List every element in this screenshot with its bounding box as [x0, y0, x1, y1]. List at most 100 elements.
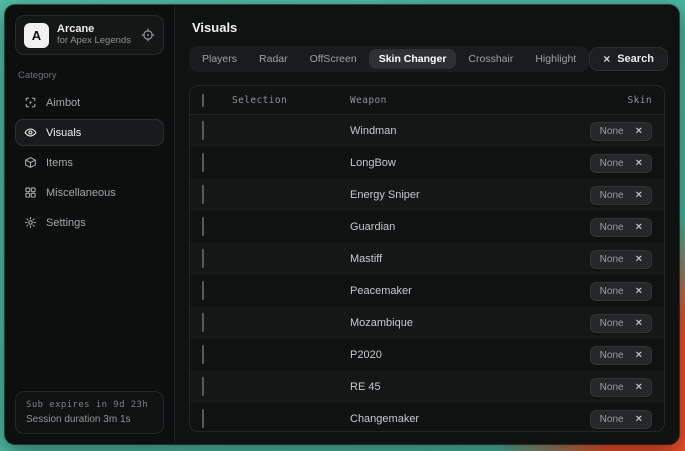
app-logo: A: [24, 23, 49, 48]
table-row: RE 45 None ×: [190, 371, 664, 403]
column-header-selection: Selection: [232, 95, 350, 106]
desktop-background: A Arcane for Apex Legends Category Aimbo…: [0, 0, 685, 451]
row-checkbox[interactable]: [202, 313, 204, 332]
tab-players[interactable]: Players: [192, 49, 247, 69]
skin-select-badge[interactable]: None ×: [590, 250, 652, 269]
sub-expires-text: Sub expires in 9d 23h: [26, 400, 153, 410]
clear-skin-icon[interactable]: ×: [636, 414, 642, 425]
tab-crosshair[interactable]: Crosshair: [458, 49, 523, 69]
weapon-name: RE 45: [350, 381, 534, 393]
skin-select-badge[interactable]: None ×: [590, 218, 652, 237]
clear-skin-icon[interactable]: ×: [636, 350, 642, 361]
skin-select-badge[interactable]: None ×: [590, 378, 652, 397]
table-row: LongBow None ×: [190, 147, 664, 179]
weapon-name: Peacemaker: [350, 285, 534, 297]
skin-select-badge[interactable]: None ×: [590, 154, 652, 173]
row-checkbox[interactable]: [202, 377, 204, 396]
column-header-skin: Skin: [534, 95, 652, 106]
app-header-card: A Arcane for Apex Legends: [15, 15, 164, 55]
skin-value: None: [600, 318, 624, 329]
skin-value: None: [600, 126, 624, 137]
weapon-name: Changemaker: [350, 413, 534, 425]
skin-select-badge[interactable]: None ×: [590, 282, 652, 301]
search-button-label: Search: [617, 53, 654, 65]
session-duration-text: Session duration 3m 1s: [26, 414, 153, 425]
clear-skin-icon[interactable]: ×: [636, 158, 642, 169]
table-row: Windman None ×: [190, 115, 664, 147]
table-row: Mozambique None ×: [190, 307, 664, 339]
weapon-name: Windman: [350, 125, 534, 137]
row-checkbox[interactable]: [202, 185, 204, 204]
skin-changer-table: Selection Weapon Skin Windman None × Lon…: [189, 85, 665, 432]
table-row: Guardian None ×: [190, 211, 664, 243]
skin-value: None: [600, 190, 624, 201]
clear-skin-icon[interactable]: ×: [636, 254, 642, 265]
clear-skin-icon[interactable]: ×: [636, 382, 642, 393]
sidebar-item-settings[interactable]: Settings: [15, 209, 164, 236]
skin-value: None: [600, 286, 624, 297]
table-row: P2020 None ×: [190, 339, 664, 371]
clear-skin-icon[interactable]: ×: [636, 318, 642, 329]
tab-skin-changer[interactable]: Skin Changer: [369, 49, 457, 69]
table-row: Peacemaker None ×: [190, 275, 664, 307]
table-header-row: Selection Weapon Skin: [190, 86, 664, 115]
weapon-name: Mastiff: [350, 253, 534, 265]
tab-radar[interactable]: Radar: [249, 49, 298, 69]
weapon-name: Guardian: [350, 221, 534, 233]
sidebar-item-visuals[interactable]: Visuals: [15, 119, 164, 146]
tab-highlight[interactable]: Highlight: [525, 49, 586, 69]
page-title: Visuals: [192, 20, 665, 35]
row-checkbox[interactable]: [202, 249, 204, 268]
app-window: A Arcane for Apex Legends Category Aimbo…: [5, 5, 679, 444]
tab-offscreen[interactable]: OffScreen: [300, 49, 367, 69]
row-checkbox[interactable]: [202, 409, 204, 428]
weapon-name: Energy Sniper: [350, 189, 534, 201]
box-icon: [24, 156, 37, 169]
row-checkbox[interactable]: [202, 281, 204, 300]
search-button[interactable]: × Search: [589, 47, 668, 71]
main-panel: Visuals Players Radar OffScreen Skin Cha…: [175, 5, 679, 444]
skin-select-badge[interactable]: None ×: [590, 410, 652, 429]
table-row: Energy Sniper None ×: [190, 179, 664, 211]
app-subtitle: for Apex Legends: [57, 36, 133, 47]
skin-value: None: [600, 254, 624, 265]
row-checkbox[interactable]: [202, 121, 204, 140]
sidebar-nav: Aimbot Visuals Items Miscellaneous Setti…: [15, 89, 164, 236]
column-header-weapon: Weapon: [350, 95, 534, 106]
app-name: Arcane: [57, 23, 133, 36]
skin-select-badge[interactable]: None ×: [590, 122, 652, 141]
close-x-icon: ×: [603, 53, 610, 65]
table-body: Windman None × LongBow None × Energy Sni…: [190, 115, 664, 432]
toolbar: Players Radar OffScreen Skin Changer Cro…: [189, 46, 665, 72]
clear-skin-icon[interactable]: ×: [636, 222, 642, 233]
skin-value: None: [600, 222, 624, 233]
category-label: Category: [18, 70, 161, 81]
aimbot-focus-icon: [24, 96, 37, 109]
crosshair-target-icon[interactable]: [141, 28, 155, 42]
skin-select-badge[interactable]: None ×: [590, 186, 652, 205]
skin-select-badge[interactable]: None ×: [590, 314, 652, 333]
subscription-info-box: Sub expires in 9d 23h Session duration 3…: [15, 391, 164, 434]
skin-value: None: [600, 414, 624, 425]
skin-select-badge[interactable]: None ×: [590, 346, 652, 365]
sidebar: A Arcane for Apex Legends Category Aimbo…: [5, 5, 175, 444]
skin-value: None: [600, 158, 624, 169]
grid-icon: [24, 186, 37, 199]
table-row: Mastiff None ×: [190, 243, 664, 275]
clear-skin-icon[interactable]: ×: [636, 190, 642, 201]
row-checkbox[interactable]: [202, 217, 204, 236]
select-all-checkbox[interactable]: [202, 94, 204, 107]
row-checkbox[interactable]: [202, 153, 204, 172]
sidebar-item-items[interactable]: Items: [15, 149, 164, 176]
clear-skin-icon[interactable]: ×: [636, 126, 642, 137]
weapon-name: Mozambique: [350, 317, 534, 329]
skin-value: None: [600, 382, 624, 393]
row-checkbox[interactable]: [202, 345, 204, 364]
table-row: Changemaker None ×: [190, 403, 664, 432]
sidebar-item-aimbot[interactable]: Aimbot: [15, 89, 164, 116]
sidebar-item-miscellaneous[interactable]: Miscellaneous: [15, 179, 164, 206]
tab-bar: Players Radar OffScreen Skin Changer Cro…: [189, 46, 589, 72]
gear-icon: [24, 216, 37, 229]
weapon-name: P2020: [350, 349, 534, 361]
clear-skin-icon[interactable]: ×: [636, 286, 642, 297]
